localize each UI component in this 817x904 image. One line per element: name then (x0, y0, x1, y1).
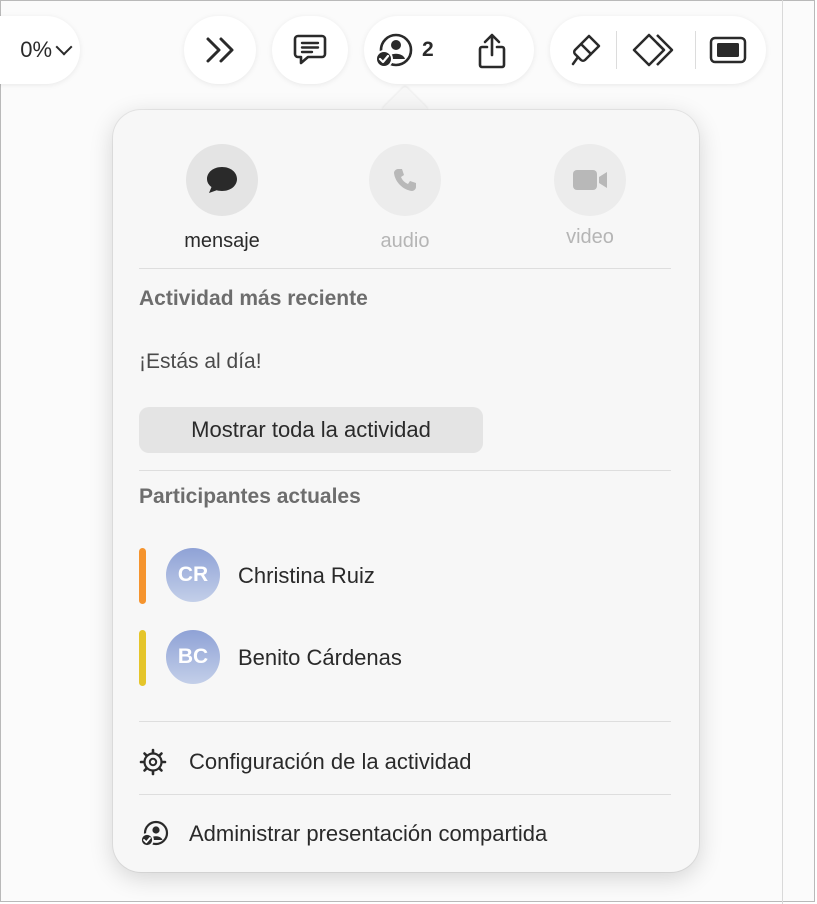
divider (139, 794, 671, 795)
show-all-activity-button[interactable]: Mostrar toda la actividad (139, 407, 483, 453)
format-brush-icon[interactable] (569, 32, 603, 68)
activity-settings-item[interactable]: Configuración de la actividad (139, 742, 671, 782)
share-icon (476, 32, 508, 70)
activity-status: ¡Estás al día! (139, 350, 262, 373)
zoom-value: 0% (20, 37, 52, 62)
comment-button[interactable] (272, 16, 348, 84)
phone-icon (369, 144, 441, 216)
message-icon (186, 144, 258, 216)
participant-row[interactable]: CR Christina Ruiz (139, 546, 659, 604)
message-button[interactable]: mensaje (172, 144, 272, 253)
play-icon[interactable] (709, 35, 747, 65)
video-camera-icon (554, 144, 626, 216)
audio-button[interactable]: audio (355, 144, 455, 253)
participant-row[interactable]: BC Benito Cárdenas (139, 628, 659, 686)
current-participants-title: Participantes actuales (139, 485, 361, 508)
participant-color-bar (139, 548, 146, 604)
participant-name: Christina Ruiz (238, 563, 375, 588)
recent-activity-title: Actividad más reciente (139, 287, 368, 310)
activity-settings-label: Configuración de la actividad (189, 749, 472, 774)
video-label: video (566, 226, 614, 248)
collaboration-icon (374, 31, 414, 69)
manage-shared-presentation-item[interactable]: Administrar presentación compartida (139, 814, 671, 854)
share-button[interactable] (476, 32, 508, 70)
toolbar-divider (694, 31, 696, 69)
divider (139, 721, 671, 722)
avatar: BC (166, 630, 220, 684)
avatar: CR (166, 548, 220, 602)
comment-icon (292, 33, 328, 67)
gear-icon (139, 748, 167, 776)
animate-icon[interactable] (631, 32, 681, 68)
message-label: mensaje (184, 230, 260, 252)
video-button[interactable]: video (540, 144, 640, 249)
collaboration-pill: 2 (364, 16, 534, 84)
divider (139, 268, 671, 269)
chevron-down-icon (55, 38, 73, 56)
toolbar-divider (616, 31, 618, 69)
more-tools-button[interactable] (184, 16, 256, 84)
format-tools-pill (550, 16, 766, 84)
participant-name: Benito Cárdenas (238, 645, 402, 670)
collaborator-count: 2 (422, 38, 434, 61)
collaboration-popover: mensaje audio video Actividad más recien… (113, 110, 699, 872)
collaboration-button[interactable]: 2 (374, 31, 434, 69)
zoom-control[interactable]: 0% (0, 16, 80, 84)
divider (139, 470, 671, 471)
participant-color-bar (139, 630, 146, 686)
window-edge (782, 0, 783, 904)
audio-label: audio (380, 230, 430, 252)
collaboration-icon (139, 820, 169, 848)
manage-shared-presentation-label: Administrar presentación compartida (189, 821, 548, 846)
forward-double-chevron-icon (203, 36, 237, 64)
